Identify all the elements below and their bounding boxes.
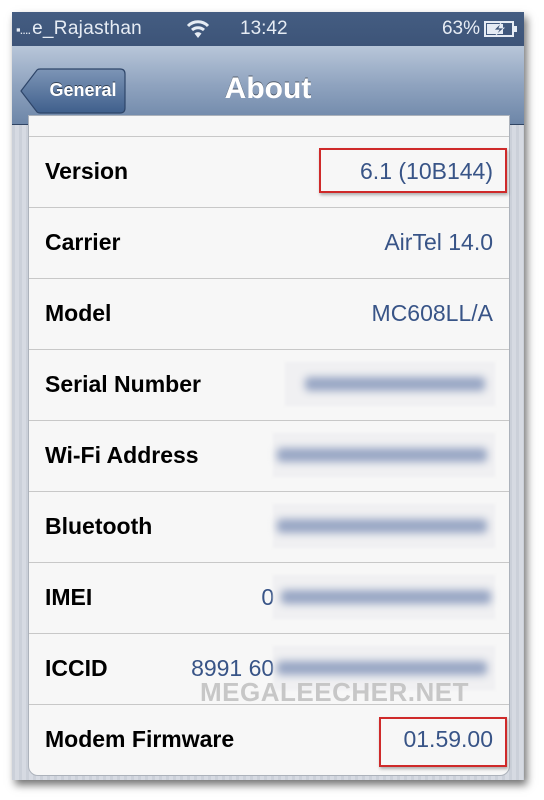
row-label: Carrier <box>45 229 121 255</box>
clock: 13:42 <box>240 18 288 39</box>
row-serial-number[interactable]: Serial Number <box>29 349 509 420</box>
navigation-bar: General About <box>12 46 524 125</box>
row-label: Wi-Fi Address <box>45 442 199 468</box>
row-wifi-address: Wi-Fi Address 7 <box>29 420 509 491</box>
row-version: Version 6.1 (10B144) <box>29 136 509 207</box>
blurred-value <box>273 504 495 548</box>
wifi-icon <box>186 20 210 38</box>
phone-screen: ▪.... e_Rajasthan 13:42 63% General About <box>12 12 524 780</box>
row-label: ICCID <box>45 655 108 681</box>
highlight-box <box>379 717 507 767</box>
blurred-value <box>273 433 495 477</box>
page-title: About <box>224 72 312 105</box>
carrier-label: e_Rajasthan <box>32 18 143 39</box>
row-bluetooth: Bluetooth 7 <box>29 491 509 562</box>
list-top-spacer <box>29 116 509 136</box>
carrier-name: ▪.... e_Rajasthan <box>16 18 142 40</box>
battery-percent: 63% <box>441 18 480 39</box>
row-label: Version <box>45 158 129 184</box>
row-model: Model MC608LL/A <box>29 278 509 349</box>
row-label: Serial Number <box>45 371 201 397</box>
row-label: Modem Firmware <box>45 726 235 752</box>
row-label: Model <box>45 300 112 326</box>
blurred-value <box>285 362 495 406</box>
blurred-value <box>273 575 495 619</box>
row-value: AirTel 14.0 <box>384 229 493 255</box>
row-imei[interactable]: IMEI 01 <box>29 562 509 633</box>
row-modem-firmware: Modem Firmware 01.59.00 <box>29 704 509 775</box>
row-value: MC608LL/A <box>371 300 493 326</box>
row-label: IMEI <box>45 584 93 610</box>
signal-strength-icon: ▪.... <box>16 22 31 37</box>
highlight-box <box>319 148 507 193</box>
status-bar: ▪.... e_Rajasthan 13:42 63% <box>12 12 524 46</box>
battery-charging-icon <box>484 21 517 37</box>
row-label: Bluetooth <box>45 513 153 539</box>
row-carrier: Carrier AirTel 14.0 <box>29 207 509 278</box>
watermark: MEGALEECHER.NET <box>200 677 469 707</box>
